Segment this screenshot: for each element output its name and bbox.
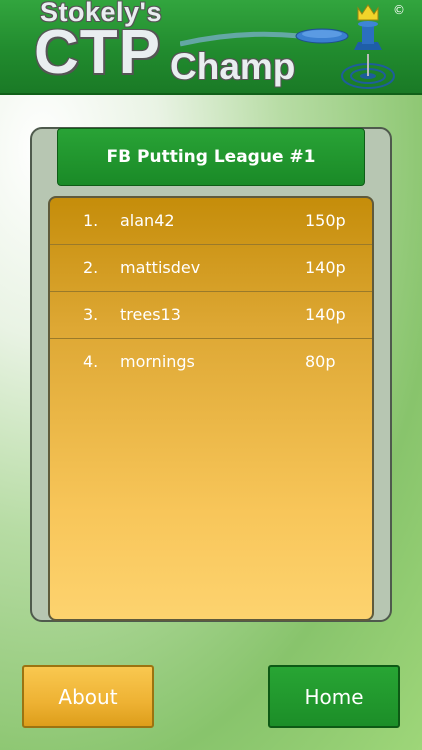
- player-name: alan42: [120, 211, 175, 230]
- home-button-label: Home: [304, 684, 364, 709]
- player-name: mornings: [120, 352, 195, 371]
- crown-pin-icon: [341, 4, 395, 89]
- list-item[interactable]: 1. alan42 150p: [50, 198, 372, 245]
- standings-list: 1. alan42 150p 2. mattisdev 140p 3. tree…: [48, 196, 374, 621]
- player-points: 140p: [305, 305, 346, 324]
- rank-label: 3.: [83, 305, 99, 324]
- copyright-symbol: ©: [393, 3, 405, 17]
- player-points: 140p: [305, 258, 346, 277]
- app-header: Stokely's CTP Champ ©: [0, 0, 422, 95]
- logo-text-champ: Champ: [170, 46, 296, 87]
- player-name: mattisdev: [120, 258, 201, 277]
- player-points: 150p: [305, 211, 346, 230]
- about-button[interactable]: About: [22, 665, 154, 728]
- about-button-label: About: [58, 684, 118, 709]
- list-item[interactable]: 4. mornings 80p: [50, 339, 372, 385]
- rank-label: 1.: [83, 211, 99, 230]
- list-item[interactable]: 2. mattisdev 140p: [50, 245, 372, 292]
- list-item[interactable]: 3. trees13 140p: [50, 292, 372, 339]
- player-name: trees13: [120, 305, 181, 324]
- logo-text-ctp: CTP: [34, 18, 161, 87]
- rank-label: 4.: [83, 352, 99, 371]
- league-title-bar: FB Putting League #1: [57, 128, 365, 186]
- rank-label: 2.: [83, 258, 99, 277]
- league-title: FB Putting League #1: [106, 147, 316, 167]
- home-button[interactable]: Home: [268, 665, 400, 728]
- player-points: 80p: [305, 352, 336, 371]
